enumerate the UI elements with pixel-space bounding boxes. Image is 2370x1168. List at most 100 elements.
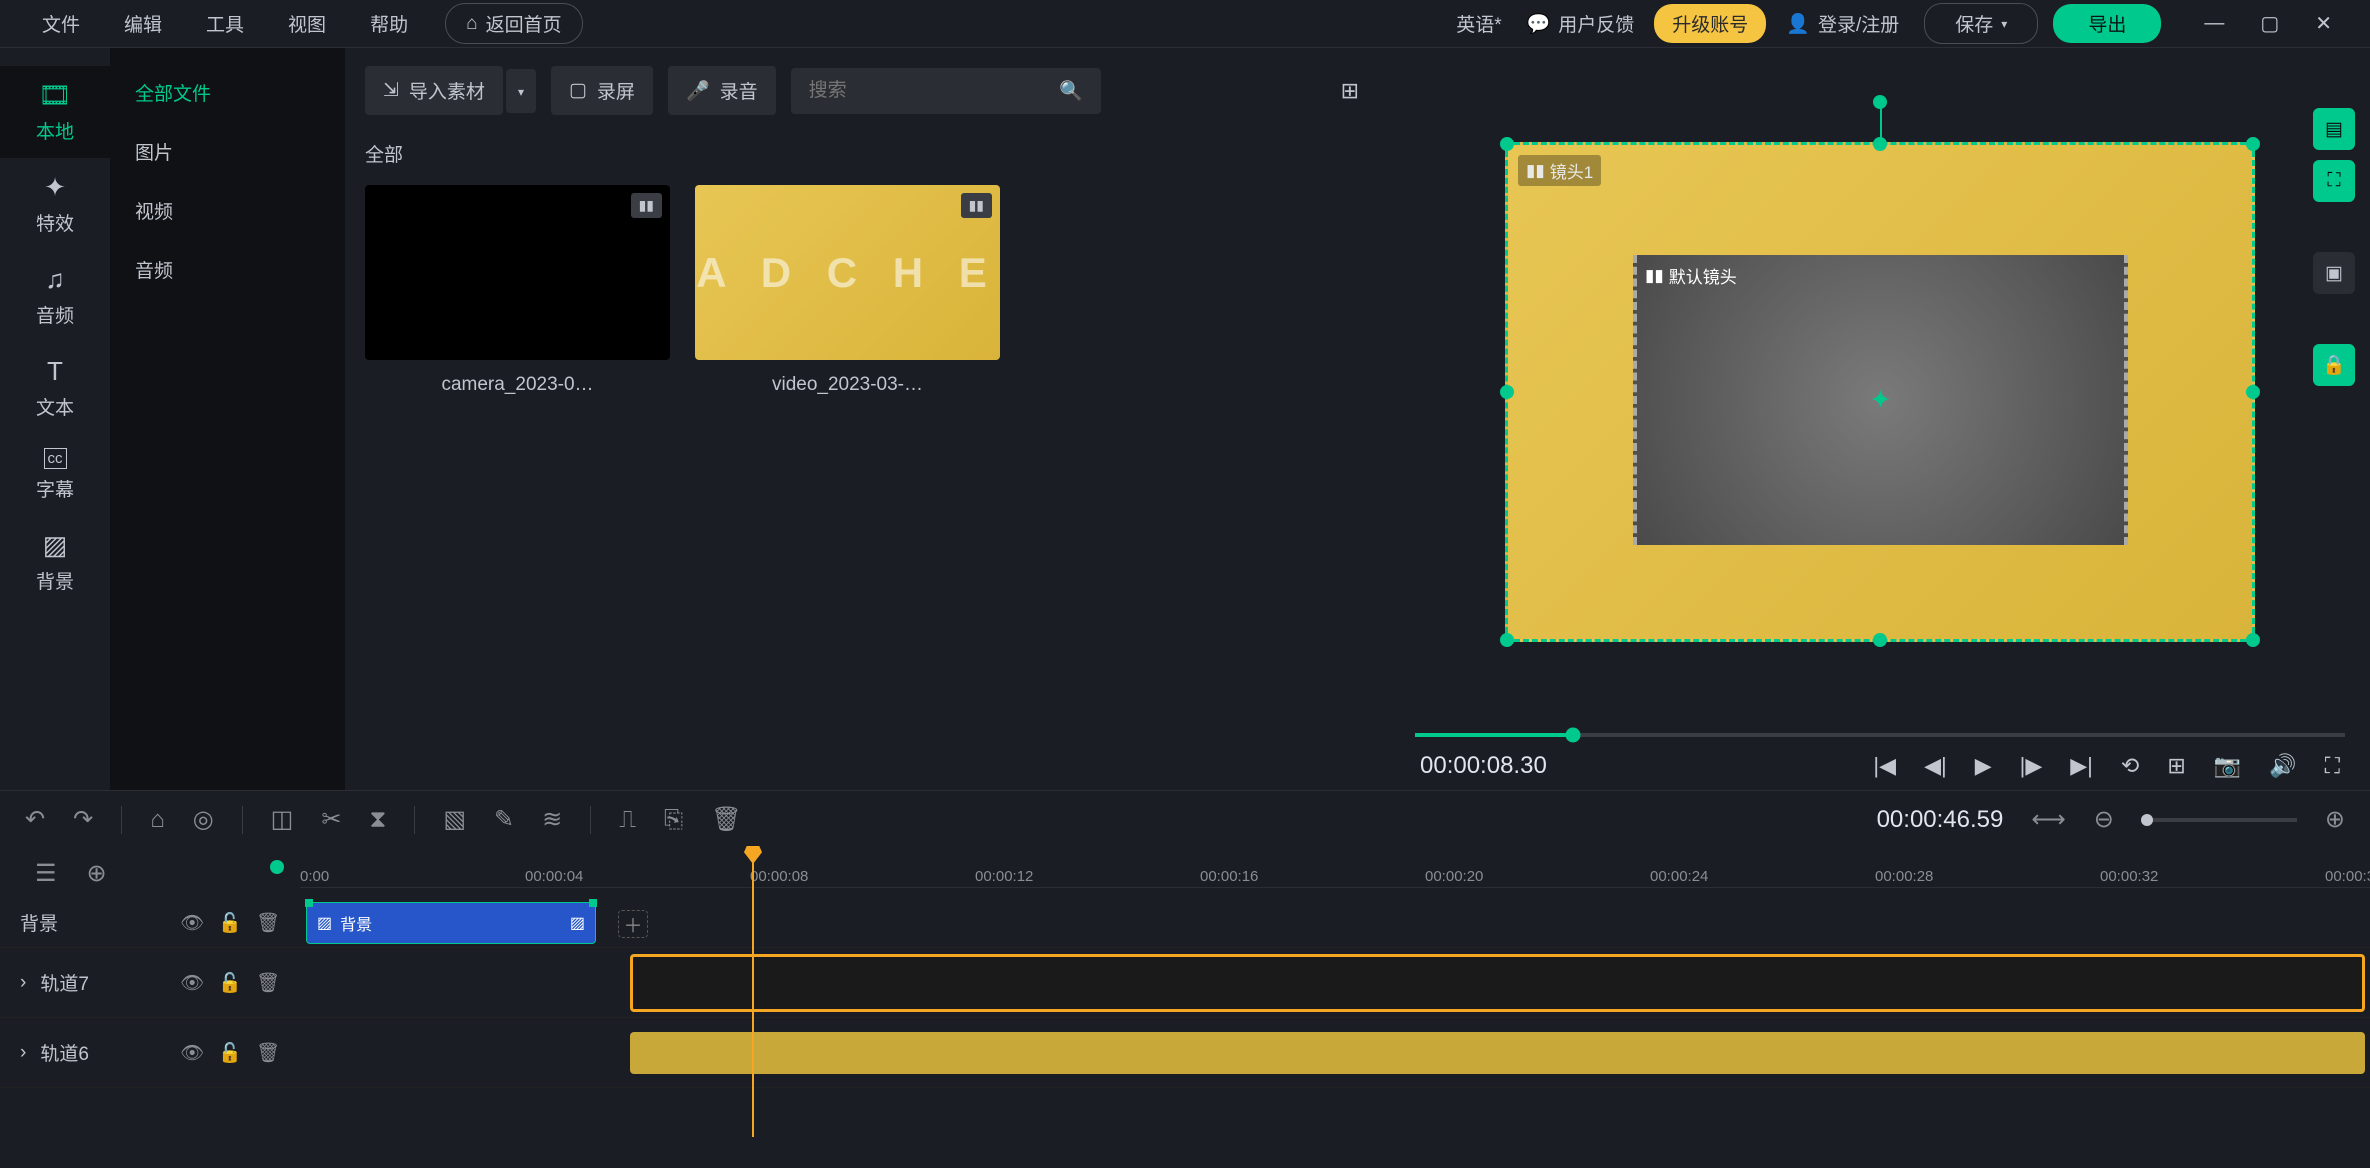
visibility-icon[interactable]: 👁: [180, 1041, 204, 1065]
tab-caption[interactable]: cc 字幕: [0, 434, 110, 516]
project-name: 英语*: [1456, 10, 1501, 37]
play-button[interactable]: ▶: [1975, 753, 1992, 779]
lock-icon[interactable]: 🔓: [218, 911, 242, 935]
chevron-right-icon[interactable]: ›: [20, 1042, 26, 1064]
visibility-icon[interactable]: 👁: [180, 971, 204, 995]
home-button[interactable]: ⌂ 返回首页: [445, 3, 583, 44]
resize-handle[interactable]: [1500, 385, 1514, 399]
record-audio-button[interactable]: 🎤 录音: [668, 66, 776, 115]
magnet-button[interactable]: ⌂: [150, 806, 165, 834]
zoom-out-button[interactable]: ⊖: [2094, 805, 2114, 834]
preview-progress[interactable]: [1415, 733, 2345, 737]
import-dropdown[interactable]: ▾: [506, 69, 536, 113]
media-item[interactable]: ▮▮ camera_2023-0…: [365, 185, 670, 396]
grid-view-button[interactable]: ⊞: [1330, 67, 1370, 115]
prev-button[interactable]: |◀: [1873, 753, 1896, 779]
copy-button[interactable]: ⎘: [664, 806, 683, 834]
close-button[interactable]: ✕: [2297, 11, 2350, 36]
section-all-label: 全部: [365, 140, 1370, 167]
login-button[interactable]: 👤 登录/注册: [1786, 10, 1899, 37]
zoom-handle[interactable]: [2141, 814, 2153, 826]
tab-local[interactable]: 🎞 本地: [0, 66, 110, 158]
step-back-button[interactable]: ◀|: [1924, 753, 1947, 779]
media-filename: camera_2023-0…: [365, 374, 670, 396]
crop-clip-button[interactable]: ✂: [321, 805, 341, 834]
media-filename: video_2023-03-…: [695, 374, 1000, 396]
zoom-slider[interactable]: [2142, 818, 2297, 822]
target-button[interactable]: ◎: [193, 805, 214, 834]
export-button[interactable]: 导出: [2053, 4, 2161, 43]
filecat-all[interactable]: 全部文件: [110, 63, 345, 122]
next-button[interactable]: ▶|: [2070, 753, 2093, 779]
lock-icon[interactable]: 🔓: [218, 971, 242, 995]
visibility-icon[interactable]: 👁: [180, 911, 204, 935]
snapshot-button[interactable]: 📷: [2214, 753, 2241, 779]
resize-handle[interactable]: [2246, 385, 2260, 399]
filecat-image[interactable]: 图片: [110, 122, 345, 181]
tab-background[interactable]: ▨ 背景: [0, 516, 110, 608]
inner-preview[interactable]: ▮▮ 默认镜头 ✦: [1633, 255, 2128, 545]
grid-guide-button[interactable]: ⊞: [2167, 753, 2185, 779]
volume-button[interactable]: 🔊: [2269, 753, 2296, 779]
playhead[interactable]: [752, 848, 754, 1137]
menu-help[interactable]: 帮助: [348, 10, 430, 37]
zoom-in-button[interactable]: ⊕: [2325, 805, 2345, 834]
save-button[interactable]: 保存 ▾: [1924, 3, 2038, 44]
menu-edit[interactable]: 编辑: [102, 10, 184, 37]
add-clip-button[interactable]: ＋: [618, 910, 648, 938]
progress-handle[interactable]: [1566, 728, 1581, 743]
media-item[interactable]: ▮▮ video_2023-03-…: [695, 185, 1000, 396]
resize-handle[interactable]: [1873, 137, 1887, 151]
split-button[interactable]: ◫: [271, 805, 294, 834]
track-label: 轨道7: [40, 969, 166, 996]
resize-handle[interactable]: [1500, 137, 1514, 151]
edit-button[interactable]: ✎: [494, 805, 514, 834]
preview-frame[interactable]: ▮▮ 镜头1 ▮▮ 默认镜头 ✦: [1505, 142, 2255, 642]
filecat-video[interactable]: 视频: [110, 181, 345, 240]
menu-tools[interactable]: 工具: [184, 10, 266, 37]
feedback-button[interactable]: 💬 用户反馈: [1527, 10, 1635, 37]
resize-handle[interactable]: [2246, 137, 2260, 151]
search-input-container[interactable]: 🔍: [791, 68, 1101, 114]
redo-button[interactable]: ↷: [73, 805, 93, 834]
selected-clip[interactable]: [630, 954, 2365, 1012]
chevron-down-icon: ▾: [2001, 17, 2007, 31]
tab-fx[interactable]: ✦ 特效: [0, 158, 110, 250]
trash-icon[interactable]: 🗑: [256, 1041, 280, 1065]
tab-audio[interactable]: ♫ 音频: [0, 250, 110, 342]
bg-clip[interactable]: ▨ 背景 ▨: [306, 902, 596, 944]
filecat-audio[interactable]: 音频: [110, 240, 345, 299]
lock-icon[interactable]: 🔓: [218, 1041, 242, 1065]
chevron-right-icon[interactable]: ›: [20, 972, 26, 994]
align-button[interactable]: ⎍: [619, 806, 636, 834]
loop-button[interactable]: ⟲: [2121, 753, 2139, 779]
menu-file[interactable]: 文件: [20, 10, 102, 37]
delete-button[interactable]: 🗑: [711, 805, 741, 834]
step-fwd-button[interactable]: |▶: [2020, 753, 2043, 779]
import-label: 导入素材: [409, 77, 485, 104]
video-clip[interactable]: [630, 1032, 2365, 1074]
fullscreen-button[interactable]: ⛶: [2325, 753, 2340, 779]
rotate-handle[interactable]: [1873, 95, 1887, 109]
mirror-button[interactable]: ⧗: [369, 806, 386, 834]
trash-icon[interactable]: 🗑: [256, 911, 280, 935]
undo-button[interactable]: ↶: [25, 805, 45, 834]
resize-handle[interactable]: [1873, 633, 1887, 647]
upgrade-button[interactable]: 升级账号: [1654, 4, 1766, 43]
minimize-button[interactable]: —: [2186, 12, 2242, 35]
track-settings-button[interactable]: ☰: [35, 859, 57, 888]
mask-button[interactable]: ▧: [443, 805, 466, 834]
menu-view[interactable]: 视图: [266, 10, 348, 37]
resize-handle[interactable]: [1500, 633, 1514, 647]
layers-button[interactable]: ≋: [542, 805, 562, 834]
import-button[interactable]: ⇲ 导入素材: [365, 66, 503, 115]
tab-text[interactable]: T 文本: [0, 342, 110, 434]
fit-button[interactable]: ⟷: [2031, 805, 2065, 834]
record-screen-button[interactable]: ▢ 录屏: [551, 66, 653, 115]
add-track-button[interactable]: ⊕: [87, 859, 107, 888]
trash-icon[interactable]: 🗑: [256, 971, 280, 995]
maximize-button[interactable]: ▢: [2242, 11, 2297, 36]
in-marker[interactable]: [270, 860, 284, 874]
resize-handle[interactable]: [2246, 633, 2260, 647]
search-input[interactable]: [809, 80, 959, 102]
